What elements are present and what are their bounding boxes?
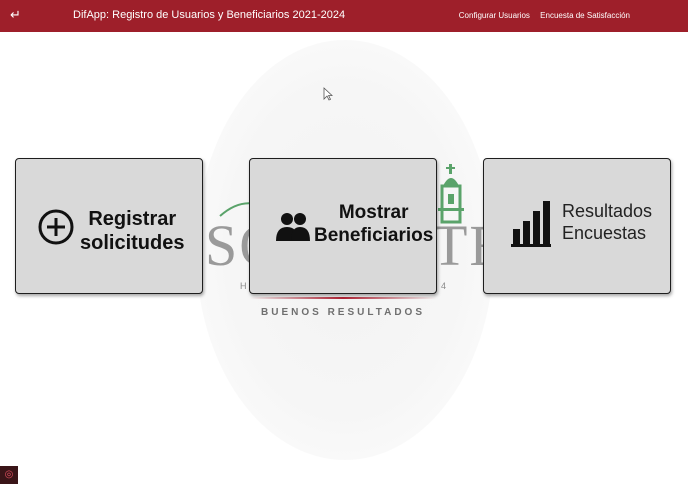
nav-encuesta-satisfaccion[interactable]: Encuesta de Satisfacción (540, 11, 630, 20)
church-tower-icon (438, 164, 464, 224)
logo-digit-4: 4 (441, 281, 447, 291)
bar-chart-icon (511, 201, 551, 247)
logo-divider (250, 297, 436, 299)
taskbar-app-icon[interactable]: ◎ (0, 466, 18, 484)
logo-letter-h: H (240, 281, 247, 291)
tile-label: Resultados Encuestas (562, 201, 653, 243)
plus-circle-icon (38, 209, 74, 245)
mostrar-beneficiarios-button[interactable]: Mostrar Beneficiarios (249, 158, 437, 294)
back-icon[interactable]: ↵ (10, 7, 21, 23)
tile-label: Mostrar Beneficiarios (314, 202, 434, 246)
nav-configurar-usuarios[interactable]: Configurar Usuarios (459, 11, 530, 20)
top-app-bar: ↵ DifApp: Registro de Usuarios y Benefic… (0, 0, 688, 32)
tile-label: Registrar solicitudes (80, 208, 185, 254)
app-title: DifApp: Registro de Usuarios y Beneficia… (73, 9, 346, 21)
logo-tagline: BUENOS RESULTADOS (261, 307, 425, 318)
top-nav: Configurar Usuarios Encuesta de Satisfac… (451, 10, 630, 21)
users-icon (276, 213, 310, 241)
registrar-solicitudes-button[interactable]: Registrar solicitudes (15, 158, 203, 294)
mouse-cursor-icon (323, 87, 333, 101)
resultados-encuestas-button[interactable]: Resultados Encuestas (483, 158, 671, 294)
